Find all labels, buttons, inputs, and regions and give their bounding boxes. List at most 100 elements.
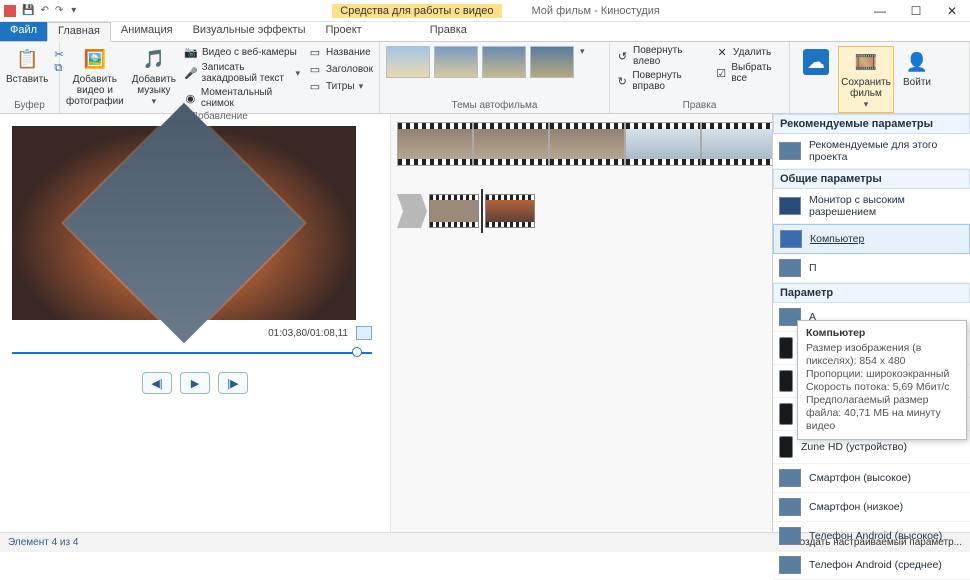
themes-more-icon[interactable]: ▾ [578, 46, 587, 57]
panel-header: Рекомендуемые параметры [773, 114, 970, 134]
qat-undo-icon[interactable]: ↶ [40, 5, 48, 16]
option-hd-monitor[interactable]: Монитор с высоким разрешением [773, 189, 970, 224]
delete-icon: ✕ [715, 45, 729, 59]
device-icon [779, 498, 801, 516]
window-title: Мой фильм - Киностудия [532, 5, 660, 17]
transition-marker[interactable] [397, 194, 427, 228]
caption-button[interactable]: ▭Заголовок [306, 61, 375, 77]
tab-vfx[interactable]: Визуальные эффекты [183, 22, 316, 41]
seek-knob[interactable] [352, 347, 362, 357]
phone-icon [779, 337, 793, 359]
tab-file[interactable]: Файл [0, 22, 47, 41]
option-smartphone-low[interactable]: Смартфон (низкое) [773, 493, 970, 522]
tab-home[interactable]: Главная [47, 22, 111, 42]
title-icon: ▭ [308, 45, 322, 59]
project-icon [779, 142, 801, 160]
cloud-button[interactable]: ☁ [794, 46, 838, 80]
music-icon: 🎵 [141, 46, 167, 72]
rotate-left-icon: ↺ [616, 49, 629, 63]
tab-animation[interactable]: Анимация [111, 22, 183, 41]
phone-icon [779, 403, 793, 425]
panel-header: Параметр [773, 283, 970, 303]
group-label: Правка [614, 99, 785, 111]
option-android-high[interactable]: Телефон Android (высокое) [773, 522, 970, 551]
device-icon [779, 527, 801, 545]
video-preview[interactable] [12, 126, 356, 320]
add-video-icon: 🖼️ [82, 46, 108, 72]
option-android-mid[interactable]: Телефон Android (среднее) [773, 551, 970, 580]
app-icon [4, 5, 16, 17]
seek-bar[interactable] [12, 350, 372, 356]
cloud-icon: ☁ [803, 49, 829, 75]
theme-thumb[interactable] [530, 46, 574, 78]
voiceover-button[interactable]: 🎤Записать закадровый текст [182, 61, 302, 85]
clip-thumb[interactable] [485, 194, 535, 228]
quick-access-toolbar: 💾 ↶ ↷ ▾ [0, 5, 82, 17]
option-smartphone-high[interactable]: Смартфон (высокое) [773, 464, 970, 493]
phone-icon [779, 370, 793, 392]
play-button[interactable]: ▶ [180, 372, 210, 394]
clip-thumb[interactable] [397, 122, 473, 166]
paste-icon: 📋 [14, 46, 40, 72]
prev-frame-button[interactable]: ◀| [142, 372, 172, 394]
tab-project[interactable]: Проект [315, 22, 371, 41]
rotate-left-button[interactable]: ↺Повернуть влево [614, 44, 709, 68]
theme-thumb[interactable] [482, 46, 526, 78]
qat-customize-icon[interactable]: ▾ [69, 5, 78, 16]
group-editing: ↺Повернуть влево ↻Повернуть вправо ✕Удал… [610, 42, 790, 113]
title-button[interactable]: ▭Название [306, 44, 375, 60]
group-clipboard: 📋 Вставить ✂ ⧉ Буфер [0, 42, 60, 113]
delete-button[interactable]: ✕Удалить [713, 44, 785, 60]
option-recommended-project[interactable]: Рекомендуемые для этого проекта [773, 134, 970, 169]
ribbon-tab-bar: Файл Главная Анимация Визуальные эффекты… [0, 22, 970, 42]
computer-icon [780, 230, 802, 248]
minimize-button[interactable]: — [862, 0, 898, 22]
title-bar: 💾 ↶ ↷ ▾ Средства для работы с видео Мой … [0, 0, 970, 22]
select-all-button[interactable]: ☑Выбрать все [713, 61, 785, 85]
maximize-button[interactable]: ☐ [898, 0, 934, 22]
credits-button[interactable]: ▭Титры [306, 78, 375, 94]
device-icon [779, 469, 801, 487]
clip-thumb[interactable] [701, 122, 777, 166]
group-themes: ▾ Темы автофильма [380, 42, 610, 113]
tooltip-computer: Компьютер Размер изображения (в пикселях… [797, 320, 967, 440]
fullscreen-button[interactable] [356, 326, 372, 340]
qat-save-icon[interactable]: 💾 [22, 5, 34, 16]
storyboard-pane: Рекомендуемые параметры Рекомендуемые дл… [390, 114, 970, 532]
clip-thumb[interactable] [473, 122, 549, 166]
clip-thumb[interactable] [429, 194, 479, 228]
clip-thumb[interactable] [625, 122, 701, 166]
status-item-count: Элемент 4 из 4 [8, 537, 78, 548]
device-icon [779, 259, 801, 277]
rotate-right-icon: ↻ [616, 74, 628, 88]
theme-thumb[interactable] [434, 46, 478, 78]
credits-icon: ▭ [308, 79, 322, 93]
monitor-icon [779, 197, 801, 215]
timecode-label: 01:03,80/01:08,11 [268, 328, 348, 339]
playhead-icon[interactable] [481, 189, 483, 233]
tooltip-body: Размер изображения (в пикселях): 854 x 4… [806, 342, 958, 433]
contextual-tab-label: Средства для работы с видео [332, 4, 501, 18]
close-button[interactable]: ✕ [934, 0, 970, 22]
tab-edit[interactable]: Правка [420, 22, 477, 41]
rotate-right-button[interactable]: ↻Повернуть вправо [614, 69, 709, 93]
snapshot-icon: ◉ [184, 91, 197, 105]
next-frame-button[interactable]: |▶ [218, 372, 248, 394]
preview-transition-shape [64, 103, 304, 343]
clip-thumb[interactable] [549, 122, 625, 166]
snapshot-button[interactable]: ◉Моментальный снимок [182, 86, 302, 110]
webcam-button[interactable]: 📷Видео с веб-камеры [182, 44, 302, 60]
paste-button[interactable]: 📋 Вставить [4, 44, 50, 87]
qat-redo-icon[interactable]: ↷ [55, 5, 63, 16]
tooltip-title: Компьютер [806, 327, 958, 339]
add-video-button[interactable]: 🖼️ Добавить видео и фотографии [64, 44, 126, 109]
save-movie-button[interactable]: 🎞️ Сохранить фильм [838, 46, 894, 113]
option-computer[interactable]: Компьютер [773, 224, 970, 254]
device-icon [779, 556, 801, 574]
signin-button[interactable]: 👤 Войти [894, 46, 940, 91]
theme-thumb[interactable] [386, 46, 430, 78]
group-add: 🖼️ Добавить видео и фотографии 🎵 Добавит… [60, 42, 380, 113]
webcam-icon: 📷 [184, 45, 198, 59]
add-music-button[interactable]: 🎵 Добавить музыку [130, 44, 178, 109]
option-p[interactable]: П [773, 254, 970, 283]
